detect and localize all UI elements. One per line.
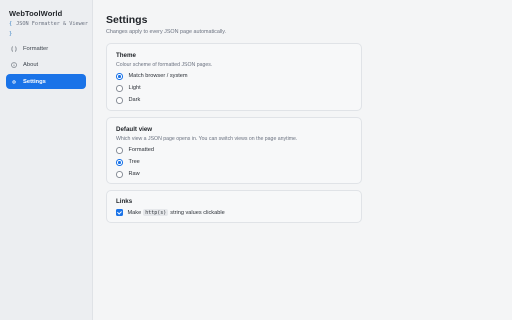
- sidebar-item-formatter[interactable]: Formatter: [6, 41, 86, 56]
- theme-card: Theme Colour scheme of formatted JSON pa…: [106, 43, 362, 111]
- radio-button[interactable]: [116, 147, 123, 154]
- clickable-links-checkbox[interactable]: [116, 209, 123, 216]
- app-subtitle-text: JSON Formatter & Viewer: [16, 21, 88, 27]
- gear-icon: [11, 79, 17, 85]
- default-view-title: Default view: [116, 126, 153, 133]
- brand: WebToolWorld { JSON Formatter & Viewer }: [9, 9, 88, 38]
- sidebar-item-label: About: [23, 62, 39, 68]
- option-label: Light: [128, 85, 141, 92]
- main-content: Settings Changes apply to every JSON pag…: [106, 14, 362, 223]
- radio-button[interactable]: [116, 159, 123, 166]
- option-label: Dark: [128, 97, 141, 104]
- radio-button[interactable]: [116, 73, 123, 80]
- app-subtitle: { JSON Formatter & Viewer: [9, 21, 88, 28]
- radio-button[interactable]: [116, 97, 123, 104]
- theme-option-system[interactable]: Match browser / system: [116, 73, 188, 80]
- checkbox-label-code: http(s): [143, 209, 169, 216]
- default-view-card: Default view Which view a JSON page open…: [106, 117, 362, 184]
- page-subtitle: Changes apply to every JSON page automat…: [106, 29, 227, 35]
- sidebar: WebToolWorld { JSON Formatter & Viewer }…: [0, 0, 93, 320]
- checkbox-label-prefix: Make: [127, 209, 142, 216]
- app-name: WebToolWorld: [9, 9, 63, 18]
- clickable-links-option[interactable]: Make http(s) string values clickable: [116, 209, 225, 216]
- sidebar-item-settings[interactable]: Settings: [6, 74, 86, 89]
- braces-icon: [11, 45, 17, 52]
- view-option-tree[interactable]: Tree: [116, 159, 140, 166]
- brace-open: {: [9, 21, 13, 27]
- links-card: Links Make http(s) string values clickab…: [106, 190, 362, 223]
- option-label: Formatted: [128, 147, 155, 154]
- brace-close: }: [9, 31, 13, 37]
- page-title: Settings: [106, 14, 148, 26]
- sidebar-item-label: Formatter: [23, 45, 49, 52]
- theme-title: Theme: [116, 52, 136, 59]
- radio-button[interactable]: [116, 85, 123, 92]
- app-subtitle-close: }: [9, 31, 88, 38]
- view-option-raw[interactable]: Raw: [116, 171, 140, 178]
- option-label: Match browser / system: [128, 73, 188, 80]
- theme-description: Colour scheme of formatted JSON pages.: [116, 62, 213, 68]
- sidebar-nav: Formatter About Settings: [6, 41, 86, 91]
- info-icon: [11, 62, 17, 68]
- links-title: Links: [116, 198, 133, 205]
- default-view-description: Which view a JSON page opens in. You can…: [116, 136, 298, 142]
- option-label: Tree: [128, 159, 140, 166]
- checkbox-label-suffix: string values clickable: [170, 209, 225, 216]
- radio-button[interactable]: [116, 171, 123, 178]
- sidebar-item-label: Settings: [23, 78, 46, 85]
- view-option-formatted[interactable]: Formatted: [116, 147, 154, 154]
- theme-option-light[interactable]: Light: [116, 85, 141, 92]
- option-label: Raw: [128, 171, 140, 178]
- sidebar-item-about[interactable]: About: [6, 58, 86, 73]
- theme-option-dark[interactable]: Dark: [116, 97, 140, 104]
